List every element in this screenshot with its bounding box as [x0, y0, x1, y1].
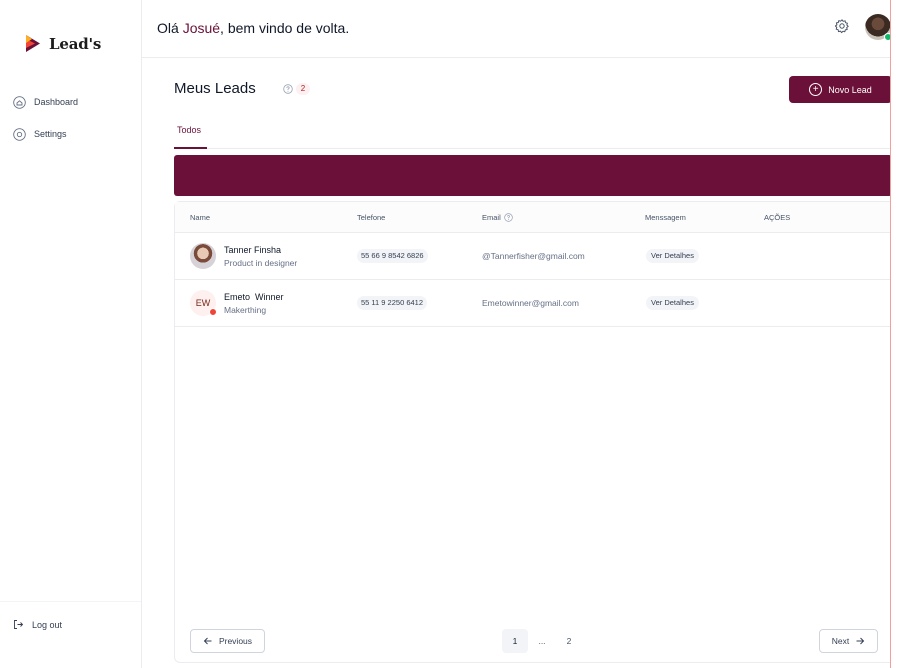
- lead-count-badge: 2: [296, 83, 310, 95]
- tab-bar: Todos: [174, 118, 892, 149]
- help-icon: [504, 213, 513, 222]
- plus-circle-icon: +: [809, 83, 823, 96]
- play-logo-icon: [26, 35, 40, 52]
- lead-name: Tanner Finsha: [224, 245, 282, 255]
- tab-todos[interactable]: Todos: [174, 118, 207, 149]
- column-header-email-label: Email: [482, 213, 501, 222]
- lead-phone: 55 66 9 8542 6826: [357, 249, 428, 263]
- guide-line: [890, 0, 891, 668]
- sidebar-item-dashboard[interactable]: Dashboard: [0, 92, 141, 112]
- new-lead-label: Novo Lead: [828, 84, 872, 95]
- previous-label: Previous: [218, 636, 253, 646]
- view-details-button[interactable]: Ver Detalhes: [646, 249, 699, 263]
- greeting-suffix: , bem vindo de volta.: [220, 20, 350, 36]
- greeting: Olá Josué, bem vindo de volta.: [157, 20, 349, 36]
- accent-banner: [174, 155, 892, 196]
- next-page-button[interactable]: Next: [819, 629, 878, 653]
- column-header-actions: AÇÕES: [764, 213, 791, 222]
- page-number[interactable]: 2: [556, 629, 582, 653]
- next-label: Next: [831, 636, 850, 646]
- page-ellipsis: ...: [538, 636, 546, 646]
- page-title: Meus Leads: [174, 80, 256, 97]
- logout-button[interactable]: Log out: [13, 619, 62, 630]
- lead-name: Emeto Winner: [224, 292, 284, 302]
- greeting-prefix: Olá: [157, 20, 183, 36]
- logo[interactable]: Lead's: [24, 34, 101, 53]
- scroll-area: [891, 0, 908, 668]
- arrow-left-icon: [203, 637, 212, 645]
- column-header-message[interactable]: Menssagem: [645, 213, 686, 222]
- previous-page-button[interactable]: Previous: [190, 629, 265, 653]
- brand-name: Lead's: [49, 34, 102, 53]
- settings-icon: [13, 127, 26, 141]
- settings-button[interactable]: [834, 18, 850, 34]
- column-header-email[interactable]: Email: [482, 213, 513, 222]
- sidebar-footer: Log out: [0, 601, 141, 630]
- logout-label: Log out: [32, 619, 63, 630]
- sidebar-nav: Dashboard Settings: [0, 92, 141, 156]
- page-number-current[interactable]: 1: [502, 629, 528, 653]
- view-details-button[interactable]: Ver Detalhes: [646, 296, 699, 310]
- table-row[interactable]: EW Emeto Winner Makerthing 55 11 9 2250 …: [175, 280, 893, 327]
- lead-role: Product in designer: [224, 258, 298, 268]
- user-name: Josué: [182, 20, 221, 36]
- home-icon: [13, 95, 26, 109]
- top-header: Olá Josué, bem vindo de volta.: [142, 0, 908, 58]
- new-lead-button[interactable]: + Novo Lead: [789, 76, 892, 103]
- sidebar-item-label: Dashboard: [34, 97, 79, 107]
- lead-role: Makerthing: [224, 305, 267, 315]
- table-header: Name Telefone Email Menssagem AÇÕES: [175, 202, 893, 233]
- arrow-right-icon: [856, 637, 865, 645]
- sidebar-item-settings[interactable]: Settings: [0, 124, 141, 144]
- lead-email[interactable]: Emetowinner@gmail.com: [482, 298, 579, 308]
- status-dot: [209, 308, 217, 316]
- lead-phone: 55 11 9 2250 6412: [357, 296, 428, 310]
- lead-email[interactable]: @Tannerfisher@gmail.com: [482, 251, 585, 261]
- table-row[interactable]: Tanner Finsha Product in designer 55 66 …: [175, 233, 893, 280]
- gear-icon: [834, 19, 849, 34]
- sidebar: Lead's Dashboard Settings Log out: [0, 0, 142, 668]
- app: Lead's Dashboard Settings Log out Olá Jo…: [0, 0, 908, 668]
- pagination: Previous 1 ... 2 Next: [175, 617, 893, 663]
- column-header-name[interactable]: Name: [190, 213, 210, 222]
- help-icon[interactable]: [283, 84, 293, 94]
- column-header-phone[interactable]: Telefone: [357, 213, 385, 222]
- leads-table: Name Telefone Email Menssagem AÇÕES Tann…: [174, 201, 893, 663]
- sidebar-item-label: Settings: [34, 129, 67, 139]
- lead-avatar: [190, 243, 216, 269]
- logout-icon: [14, 620, 24, 629]
